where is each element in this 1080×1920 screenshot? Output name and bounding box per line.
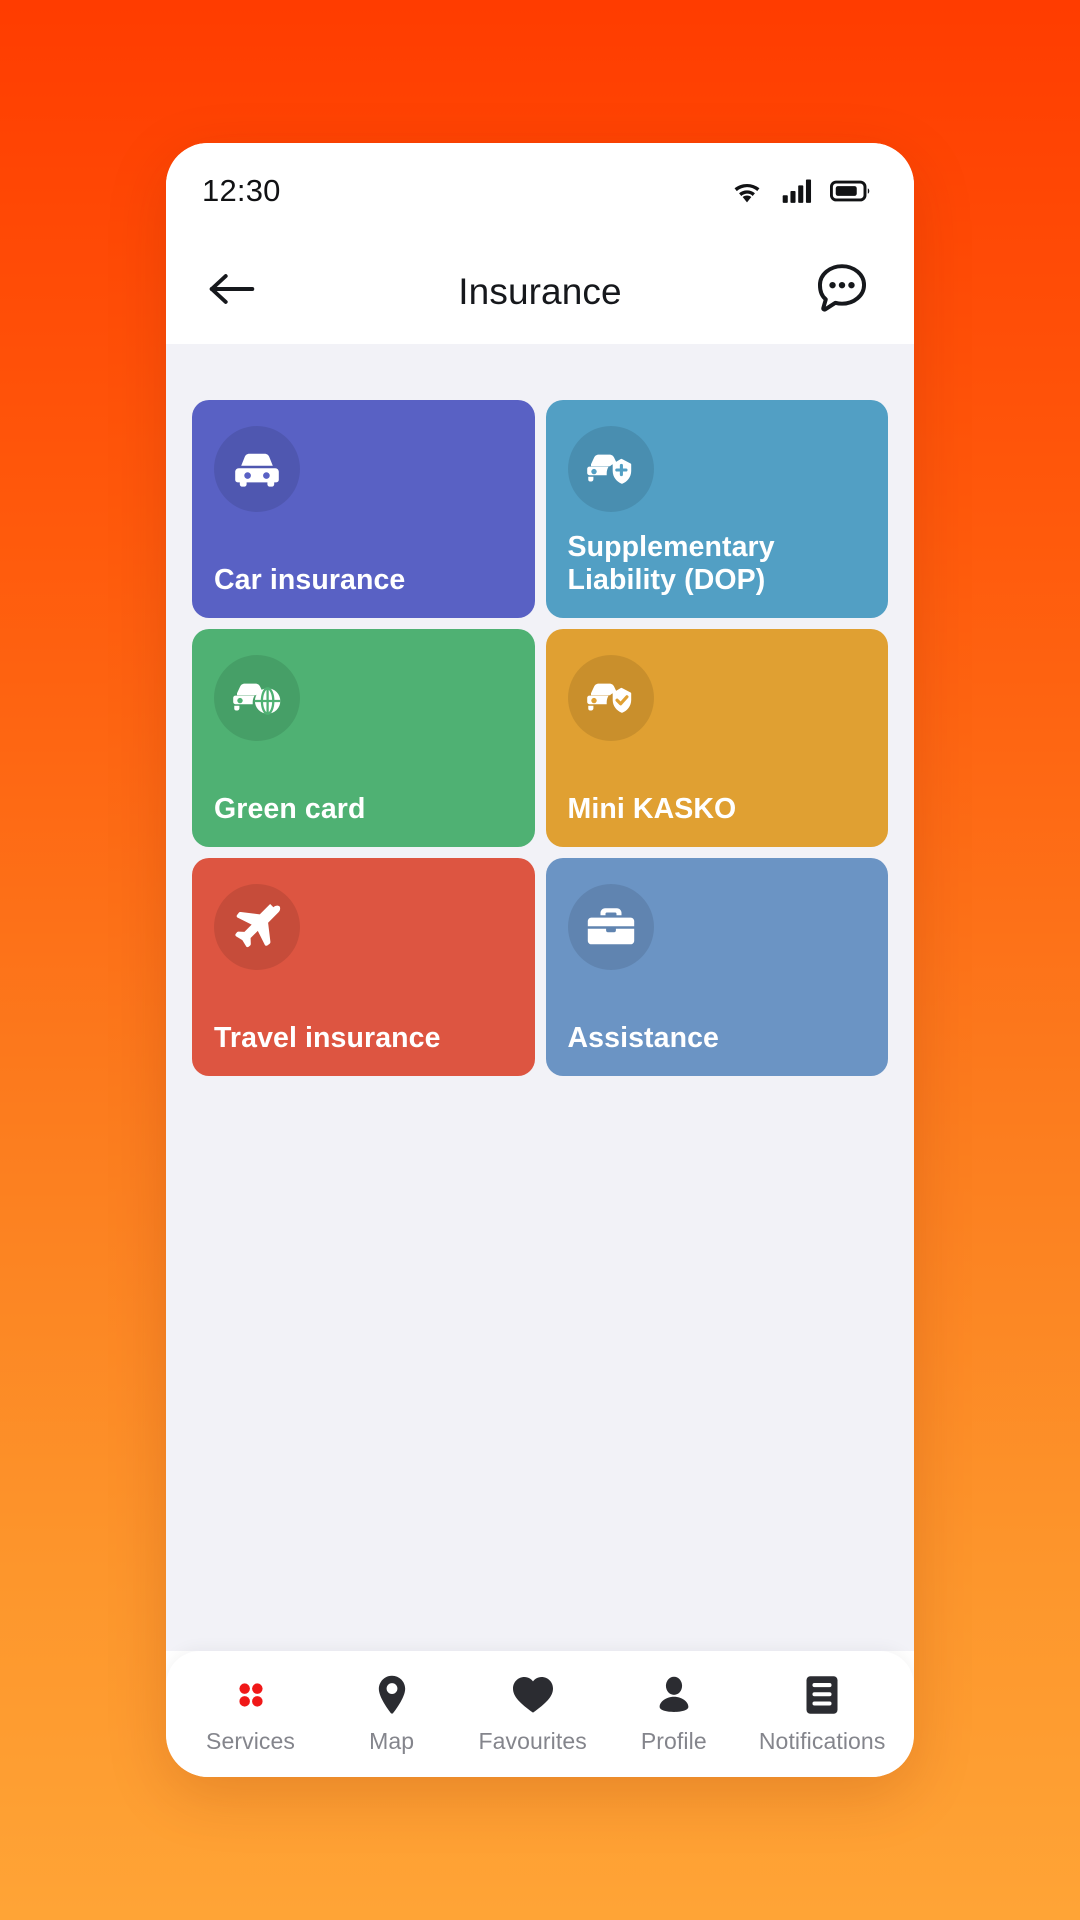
car-front-icon	[231, 443, 283, 495]
app-header: Insurance	[166, 239, 914, 344]
car-shield-plus-icon	[585, 443, 637, 495]
car-globe-icon	[231, 672, 283, 724]
status-bar: 12:30	[166, 143, 914, 239]
battery-icon	[830, 177, 872, 205]
status-bar-clock: 12:30	[202, 173, 281, 208]
card-car-insurance[interactable]: Car insurance	[192, 400, 535, 618]
card-assistance[interactable]: Assistance	[545, 858, 888, 1076]
back-button[interactable]	[200, 260, 264, 324]
nav-label: Services	[206, 1728, 296, 1754]
card-icon-badge	[214, 426, 300, 512]
arrow-left-icon	[208, 270, 256, 313]
chat-button[interactable]	[810, 260, 874, 324]
nav-item-favourites[interactable]: Favourites	[477, 1673, 589, 1755]
cellular-signal-icon	[782, 177, 813, 205]
status-bar-icons	[729, 177, 872, 205]
person-icon	[654, 1673, 694, 1717]
nav-item-notifications[interactable]: Notifications	[759, 1673, 886, 1755]
wifi-icon	[729, 177, 765, 205]
nav-item-map[interactable]: Map	[336, 1673, 448, 1755]
card-label: Travel insurance	[214, 1021, 441, 1054]
bottom-navigation: Services Map Favourites Profile Notifica…	[166, 1651, 914, 1777]
phone-mockup: 12:30 Insurance Car insurance Supplement…	[166, 143, 914, 1777]
location-pin-icon	[373, 1673, 411, 1717]
nav-label: Profile	[640, 1728, 707, 1754]
card-label: Assistance	[567, 1021, 720, 1054]
nav-label: Notifications	[758, 1728, 886, 1754]
card-icon-badge	[567, 426, 654, 512]
page-title: Insurance	[458, 270, 622, 312]
nav-item-profile[interactable]: Profile	[618, 1673, 730, 1755]
card-mini-kasko[interactable]: Mini KASKO	[545, 629, 888, 847]
card-label: Mini KASKO	[567, 792, 737, 825]
nav-item-services[interactable]: Services	[195, 1673, 307, 1755]
card-icon-badge	[214, 655, 300, 741]
car-shield-check-icon	[585, 672, 637, 724]
nav-label: Map	[369, 1728, 415, 1754]
airplane-icon	[231, 901, 283, 953]
chat-dots-icon	[813, 260, 871, 323]
card-label: Car insurance	[214, 563, 406, 596]
screen-content: Car insurance Supplementary Liability (D…	[166, 344, 914, 1651]
card-icon-badge	[214, 884, 300, 970]
card-travel-insurance[interactable]: Travel insurance	[192, 858, 535, 1076]
insurance-card-grid: Car insurance Supplementary Liability (D…	[192, 400, 888, 1076]
briefcase-icon	[585, 901, 637, 953]
card-icon-badge	[567, 884, 654, 970]
card-green-card[interactable]: Green card	[192, 629, 535, 847]
nav-label: Favourites	[478, 1728, 587, 1754]
card-label: Supplementary Liability (DOP)	[567, 531, 775, 596]
list-document-icon	[803, 1673, 841, 1717]
heart-icon	[511, 1673, 555, 1717]
card-label: Green card	[214, 792, 366, 825]
four-dots-grid-icon	[231, 1673, 271, 1717]
card-icon-badge	[567, 655, 654, 741]
card-supplementary-liability[interactable]: Supplementary Liability (DOP)	[545, 400, 888, 618]
